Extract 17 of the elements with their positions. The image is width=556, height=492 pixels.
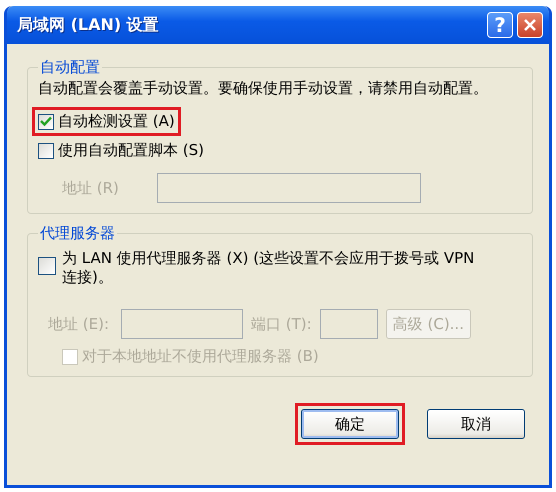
checkbox-label[interactable]: 使用自动配置脚本 (S) [58,141,204,160]
checkbox-label[interactable]: 自动检测设置 (A) [58,112,175,131]
close-button[interactable] [517,12,543,38]
checkbox[interactable] [38,114,54,130]
field-label: 地址 (R) [62,178,119,198]
field-label: 端口 (T): [251,314,312,334]
checkbox[interactable] [38,142,54,158]
checkbox[interactable] [38,257,56,275]
dialog-button[interactable]: 确定 [301,409,399,439]
dialog-button[interactable]: 取消 [427,409,525,439]
group-title: 代理服务器 [39,224,116,243]
field-label: 地址 (E): [48,314,110,334]
description-text: 自动配置会覆盖手动设置。要确保使用手动设置，请禁用自动配置。 [38,79,489,97]
checkbox-label[interactable]: 为 LAN 使用代理服务器 (X) (这些设置不会应用于拨号或 VPN 连接)。 [62,249,482,287]
window-title: 局域网 (LAN) 设置 [17,14,160,36]
close-icon [523,18,537,32]
group-title: 自动配置 [39,58,101,77]
